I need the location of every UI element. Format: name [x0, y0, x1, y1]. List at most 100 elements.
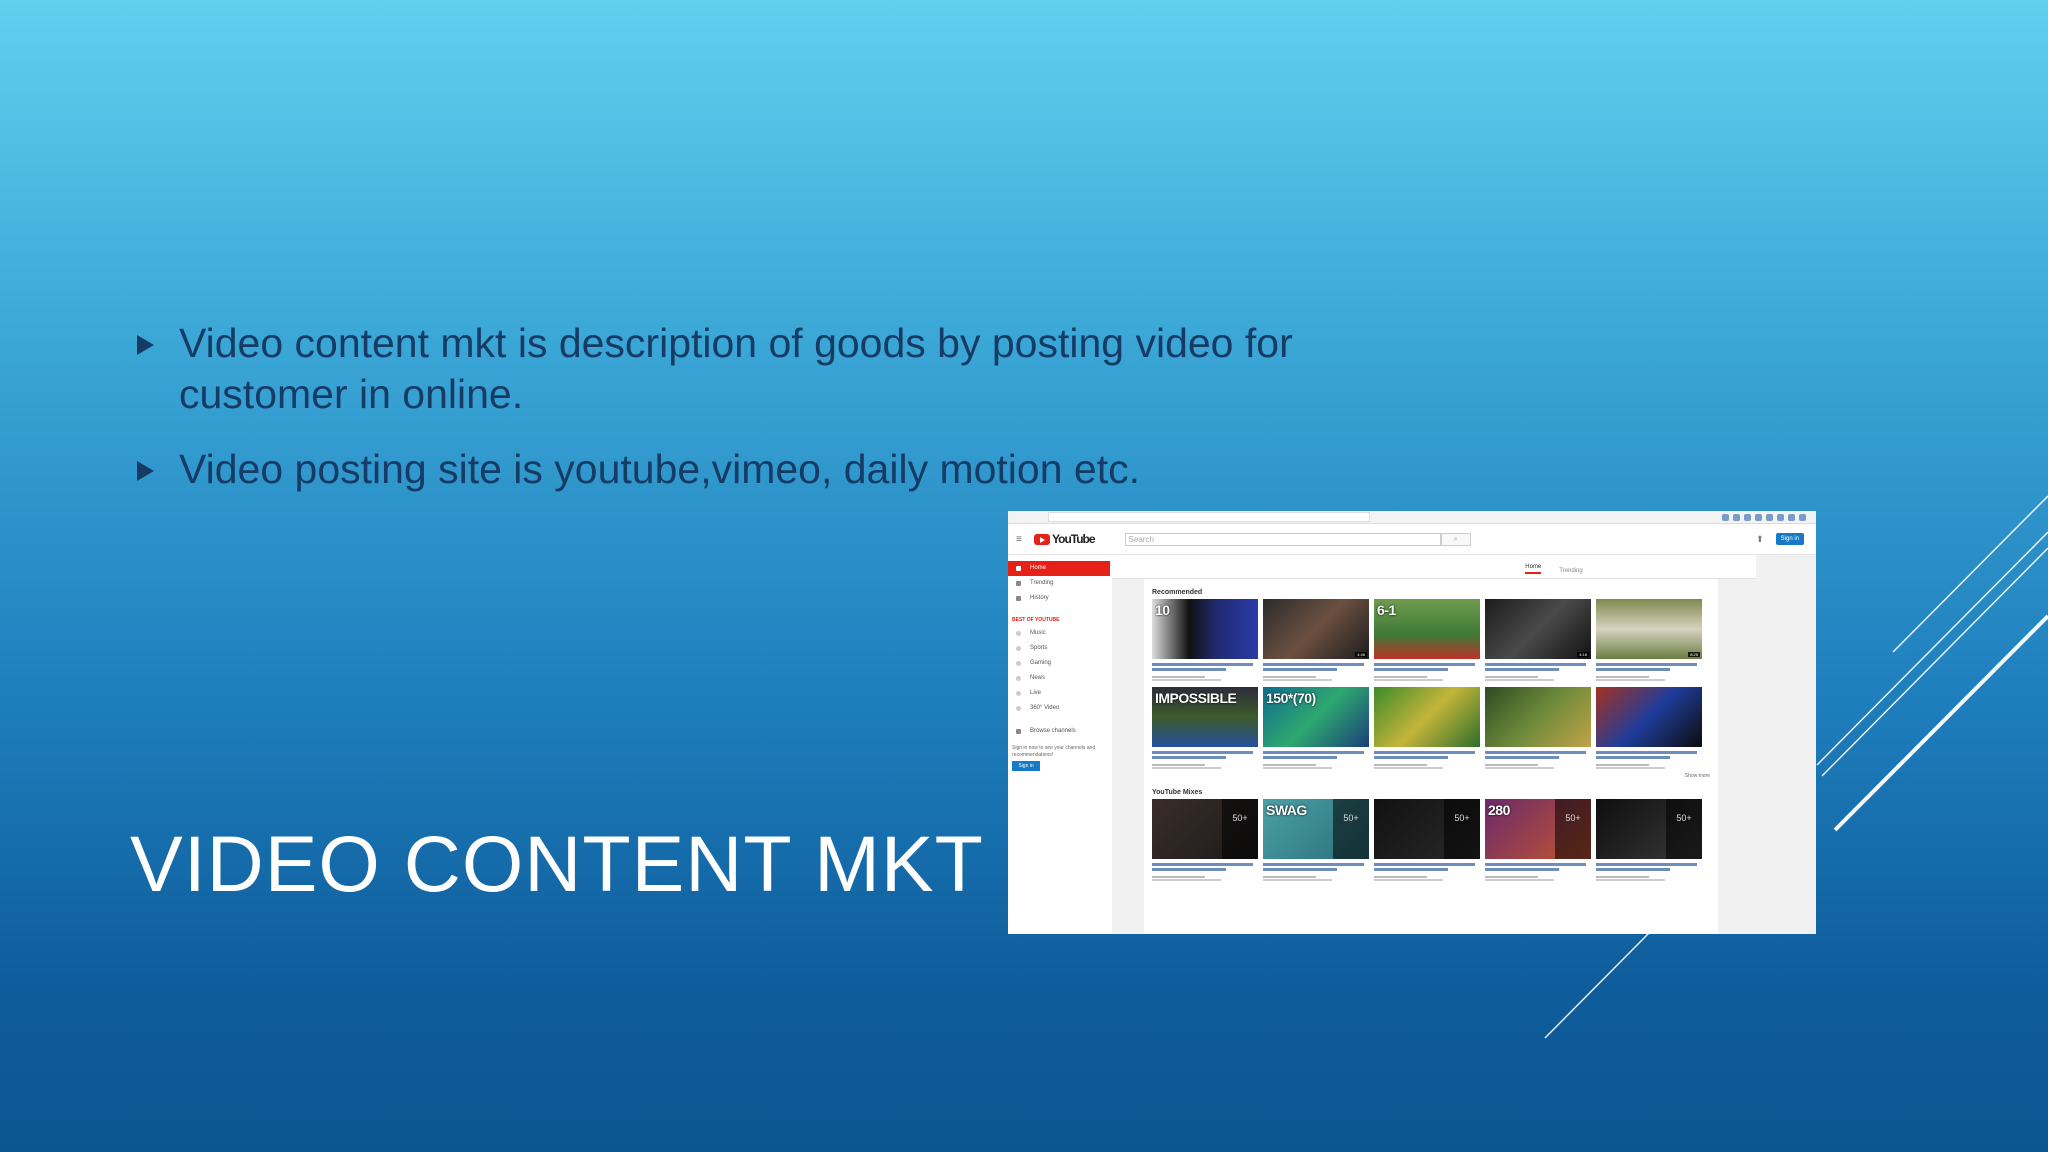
bullet-list: Video content mkt is description of good… [137, 318, 1407, 519]
hamburger-icon: ≡ [1016, 533, 1022, 545]
video-title-placeholder [1485, 861, 1591, 875]
video-thumbnail [1485, 687, 1591, 747]
video-card: 150*(70) [1263, 687, 1369, 769]
sidebar-sub-360: 360° Video [1008, 701, 1112, 716]
video-title-placeholder [1152, 661, 1258, 675]
sidebar-sub-gaming: Gaming [1008, 656, 1112, 671]
search-icon: ⌕ [1440, 532, 1471, 546]
video-feed: Recommended 10 4:46 6-1 4:18 8:25 IMPOSSIBLE 1… [1144, 579, 1718, 934]
video-thumbnail: 4:46 [1263, 599, 1369, 659]
video-card [1485, 687, 1591, 769]
feed-tabs: Home Trending [1112, 555, 1756, 579]
video-meta-placeholder [1596, 876, 1702, 881]
video-thumbnail: IMPOSSIBLE [1152, 687, 1258, 747]
sidebar-signin-button: Sign in [1012, 761, 1040, 771]
video-meta-placeholder [1152, 676, 1258, 681]
bullet-item: Video content mkt is description of good… [137, 318, 1407, 420]
video-title-placeholder [1596, 749, 1702, 763]
bullet-arrow-icon [137, 461, 154, 481]
video-title-placeholder [1374, 661, 1480, 675]
show-more-link: Show more [1684, 773, 1710, 779]
shelf-title-mixes: YouTube Mixes [1152, 789, 1203, 796]
video-meta-placeholder [1374, 876, 1480, 881]
sidebar-item-home: Home [1008, 561, 1110, 576]
video-title-placeholder [1596, 661, 1702, 675]
video-title-placeholder [1152, 749, 1258, 763]
video-thumbnail: 8:25 [1596, 599, 1702, 659]
video-thumbnail: 280 50+ [1485, 799, 1591, 859]
youtube-logo: YouTube [1034, 532, 1096, 546]
bullet-text: Video posting site is youtube,vimeo, dai… [179, 446, 1140, 492]
video-grid-mixes: 50+ SWAG 50+ 50+ 280 50+ 50+ [1152, 799, 1710, 881]
video-card: 50+ [1596, 799, 1702, 881]
video-meta-placeholder [1263, 764, 1369, 769]
signin-note: Sign in now to see your channels and rec… [1012, 745, 1096, 758]
video-thumbnail: 50+ [1374, 799, 1480, 859]
video-thumbnail: SWAG 50+ [1263, 799, 1369, 859]
video-title-placeholder [1374, 861, 1480, 875]
shelf-title-recommended: Recommended [1152, 589, 1203, 596]
sidebar-item-history: History [1008, 591, 1112, 606]
address-bar [1048, 512, 1370, 522]
video-title-placeholder [1596, 861, 1702, 875]
video-thumbnail: 150*(70) [1263, 687, 1369, 747]
video-card: 4:46 [1263, 599, 1369, 681]
sidebar-sub-music: Music [1008, 626, 1112, 641]
video-card: 50+ [1374, 799, 1480, 881]
sidebar-sub-sports: Sports [1008, 641, 1112, 656]
video-title-placeholder [1485, 661, 1591, 675]
flame-icon [1016, 581, 1021, 586]
video-card: 6-1 [1374, 599, 1480, 681]
video-card: SWAG 50+ [1263, 799, 1369, 881]
video-card [1374, 687, 1480, 769]
browser-extension-icons [1722, 513, 1806, 521]
play-icon [1034, 533, 1050, 545]
upload-icon: ⬆ [1756, 533, 1764, 544]
video-meta-placeholder [1596, 764, 1702, 769]
bullet-text: Video content mkt is description of good… [179, 320, 1293, 417]
video-meta-placeholder [1152, 876, 1258, 881]
video-thumbnail [1374, 687, 1480, 747]
youtube-header: ≡ YouTube Search ⌕ ⬆ Sign in [1008, 524, 1816, 555]
video-card: 50+ [1152, 799, 1258, 881]
video-thumbnail: 10 [1152, 599, 1258, 659]
sign-in-button: Sign in [1775, 533, 1804, 545]
video-title-placeholder [1374, 749, 1480, 763]
slide-title: VIDEO CONTENT MKT [130, 819, 984, 908]
sidebar-sub-news: News [1008, 671, 1112, 686]
video-meta-placeholder [1485, 876, 1591, 881]
video-card: 4:18 [1485, 599, 1591, 681]
video-card [1596, 687, 1702, 769]
tab-trending: Trending [1559, 568, 1583, 574]
sidebar-item-browse: Browse channels [1008, 724, 1112, 739]
video-thumbnail: 6-1 [1374, 599, 1480, 659]
video-thumbnail: 50+ [1152, 799, 1258, 859]
video-meta-placeholder [1485, 764, 1591, 769]
youtube-sidebar: Home Trending History BEST OF YOUTUBE Mu… [1008, 555, 1112, 934]
sidebar-item-trending: Trending [1008, 576, 1112, 591]
video-card: 8:25 [1596, 599, 1702, 681]
video-title-placeholder [1485, 749, 1591, 763]
video-card: IMPOSSIBLE [1152, 687, 1258, 769]
video-title-placeholder [1263, 661, 1369, 675]
video-meta-placeholder [1263, 676, 1369, 681]
video-meta-placeholder [1374, 764, 1480, 769]
sidebar-sub-live: Live [1008, 686, 1112, 701]
tab-home: Home [1525, 564, 1542, 574]
video-grid-recommended: 10 4:46 6-1 4:18 8:25 IMPOSSIBLE 150*(70) [1152, 599, 1710, 769]
video-card: 10 [1152, 599, 1258, 681]
history-icon [1016, 596, 1021, 601]
search-input: Search [1124, 532, 1441, 546]
video-meta-placeholder [1374, 676, 1480, 681]
video-thumbnail: 50+ [1596, 799, 1702, 859]
video-title-placeholder [1263, 861, 1369, 875]
home-icon [1016, 566, 1021, 571]
browser-toolbar [1008, 511, 1816, 524]
video-thumbnail: 4:18 [1485, 599, 1591, 659]
bullet-item: Video posting site is youtube,vimeo, dai… [137, 444, 1407, 495]
sidebar-section-label: BEST OF YOUTUBE [1012, 617, 1060, 623]
video-meta-placeholder [1263, 876, 1369, 881]
slide: Video content mkt is description of good… [0, 0, 2048, 1152]
bullet-arrow-icon [137, 335, 154, 355]
plus-icon [1016, 729, 1021, 734]
